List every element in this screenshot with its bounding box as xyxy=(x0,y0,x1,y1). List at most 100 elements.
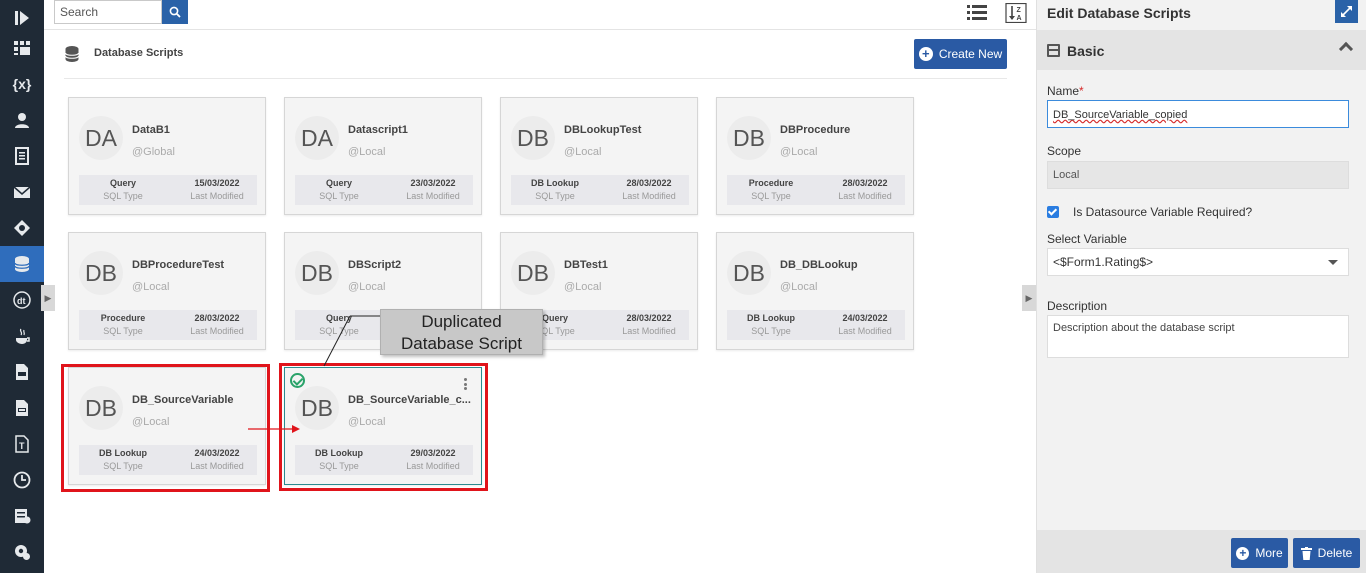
name-field[interactable]: DB_SourceVariable_copied xyxy=(1047,100,1349,128)
card-sql-type: DB Lookup xyxy=(531,178,579,188)
gear-diamond-icon[interactable] xyxy=(0,210,44,246)
script-card[interactable]: DB DBLookupTest @Local DB Lookup 28/03/2022 S… xyxy=(500,97,698,215)
card-name: DBProcedure xyxy=(780,124,851,136)
required-mark: * xyxy=(1079,84,1084,98)
text-file-icon[interactable]: T xyxy=(0,426,44,462)
more-label: More xyxy=(1255,546,1283,560)
search-input[interactable] xyxy=(54,0,162,24)
create-new-button[interactable]: + Create New xyxy=(914,39,1007,69)
database-icon[interactable] xyxy=(0,246,44,282)
script-card[interactable]: DB DB_DBLookup @Local DB Lookup 24/03/2022 SQ… xyxy=(716,232,914,350)
page-title: Database Scripts xyxy=(94,47,184,59)
card-last-modified: 15/03/2022 xyxy=(194,178,240,188)
svg-text:A: A xyxy=(1017,15,1022,22)
code-file-icon[interactable] xyxy=(0,390,44,426)
edit-panel: Edit Database Scripts Basic Name* DB_Sou… xyxy=(1036,0,1366,573)
create-new-label: Create New xyxy=(938,47,1003,61)
card-avatar: DB xyxy=(511,251,555,295)
header-divider xyxy=(64,78,1007,79)
report-icon[interactable] xyxy=(0,498,44,534)
svg-text:T: T xyxy=(19,441,25,451)
last-modified-label: Last Modified xyxy=(622,326,676,336)
card-meta: Procedure 28/03/2022 SQL Type Last Modified xyxy=(79,310,257,340)
right-collapse-handle[interactable]: ▶ xyxy=(1022,285,1036,311)
card-avatar: DB xyxy=(727,116,771,160)
card-name: DBProcedureTest xyxy=(132,259,225,271)
annotation-box-original xyxy=(61,364,270,492)
card-avatar: DA xyxy=(79,116,123,160)
scope-label: Scope xyxy=(1047,144,1082,158)
callout-line1: Duplicated xyxy=(421,312,502,331)
card-last-modified: 28/03/2022 xyxy=(626,313,672,323)
java-icon[interactable] xyxy=(0,318,44,354)
expand-button[interactable] xyxy=(1335,0,1358,23)
user-icon[interactable] xyxy=(0,102,44,138)
dashboard-icon[interactable] xyxy=(0,30,44,66)
card-sql-type: DB Lookup xyxy=(747,313,795,323)
duplicated-script-callout: Duplicated Database Script xyxy=(380,309,543,355)
card-scope: @Global xyxy=(132,146,175,158)
search-icon xyxy=(169,6,181,18)
description-textarea[interactable]: Description about the database script xyxy=(1047,315,1349,358)
variables-icon[interactable]: {x} xyxy=(0,66,44,102)
card-avatar: DB xyxy=(727,251,771,295)
delete-button[interactable]: Delete xyxy=(1293,538,1360,568)
sql-type-label: SQL Type xyxy=(535,191,575,201)
card-avatar: DB xyxy=(295,251,339,295)
sql-type-label: SQL Type xyxy=(751,191,791,201)
sql-type-label: SQL Type xyxy=(751,326,791,336)
delete-label: Delete xyxy=(1317,546,1353,560)
datasource-required-checkbox[interactable] xyxy=(1047,206,1059,218)
description-label: Description xyxy=(1047,299,1108,313)
mail-icon[interactable] xyxy=(0,174,44,210)
card-scope: @Local xyxy=(132,281,170,293)
sql-type-label: SQL Type xyxy=(103,326,143,336)
basic-section-header[interactable]: Basic xyxy=(1037,30,1366,70)
search-button[interactable] xyxy=(162,0,188,24)
scope-field: Local xyxy=(1047,161,1349,189)
form-icon xyxy=(1047,44,1060,57)
settings-icon[interactable] xyxy=(0,534,44,570)
document-icon[interactable] xyxy=(0,138,44,174)
name-field-value: DB_SourceVariable_copied xyxy=(1053,109,1188,121)
card-name: DBLookupTest xyxy=(564,124,642,136)
card-name: DBTest1 xyxy=(564,259,608,271)
card-sql-type: Query xyxy=(325,178,352,188)
card-avatar: DB xyxy=(79,251,123,295)
card-meta: Procedure 28/03/2022 SQL Type Last Modified xyxy=(727,175,905,205)
card-name: DataB1 xyxy=(132,124,170,136)
script-card[interactable]: DA DataB1 @Global Query 15/03/2022 SQL Type La… xyxy=(68,97,266,215)
left-collapse-handle[interactable]: ▶ xyxy=(41,285,55,311)
script-card[interactable]: DA Datascript1 @Local Query 23/03/2022 SQL Ty… xyxy=(284,97,482,215)
dt-icon[interactable]: dt xyxy=(0,282,44,318)
card-name: DBScript2 xyxy=(348,259,402,271)
basic-section-label: Basic xyxy=(1067,43,1105,59)
more-button[interactable]: + More xyxy=(1231,538,1288,568)
list-view-icon[interactable] xyxy=(966,3,988,23)
script-card[interactable]: DB DBProcedure @Local Procedure 28/03/2022 SQ… xyxy=(716,97,914,215)
script-card[interactable]: DB DBProcedureTest @Local Procedure 28/03/20… xyxy=(68,232,266,350)
plus-circle-icon: + xyxy=(1236,546,1250,560)
card-scope: @Local xyxy=(780,146,818,158)
annotation-arrows xyxy=(248,315,380,433)
file-icon[interactable] xyxy=(0,354,44,390)
select-variable-dropdown[interactable]: <$Form1.Rating$> xyxy=(1047,248,1349,276)
card-scope: @Local xyxy=(348,146,386,158)
top-divider xyxy=(44,29,1036,30)
left-nav-rail: {x} dt T xyxy=(0,0,44,573)
name-label-text: Name xyxy=(1047,84,1080,98)
card-last-modified: 28/03/2022 xyxy=(842,178,888,188)
last-modified-label: Last Modified xyxy=(838,191,892,201)
database-section-icon xyxy=(65,46,79,62)
chevron-up-icon[interactable] xyxy=(1338,41,1354,57)
sort-icon[interactable]: Z A xyxy=(1005,3,1027,23)
card-sql-type: Query xyxy=(109,178,136,188)
card-last-modified: 23/03/2022 xyxy=(410,178,456,188)
last-modified-label: Last Modified xyxy=(406,191,460,201)
trash-icon xyxy=(1300,546,1312,560)
card-avatar: DA xyxy=(295,116,339,160)
card-avatar: DB xyxy=(511,116,555,160)
card-scope: @Local xyxy=(564,146,602,158)
clock-icon[interactable] xyxy=(0,462,44,498)
card-sql-type: Procedure xyxy=(748,178,794,188)
